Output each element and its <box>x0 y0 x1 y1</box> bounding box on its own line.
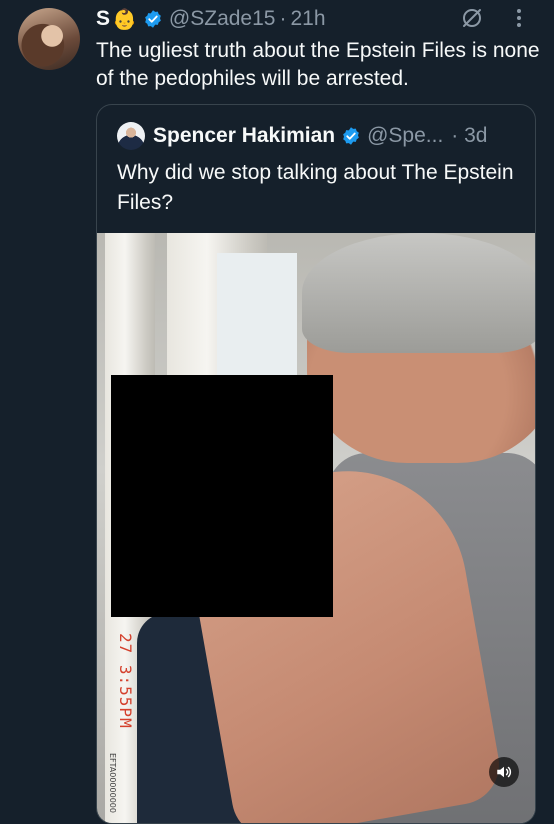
avatar[interactable] <box>18 8 80 70</box>
tweet-text: The ugliest truth about the Epstein File… <box>96 39 540 90</box>
quoted-time[interactable]: · 3d <box>451 124 487 148</box>
baby-emoji: 👶 <box>112 8 137 31</box>
quoted-author-name[interactable]: Spencer Hakimian <box>153 124 335 148</box>
document-id: EFTA00000000 <box>108 753 117 813</box>
gray-hair <box>302 233 535 353</box>
speaker-icon <box>497 766 512 778</box>
quoted-avatar[interactable] <box>117 122 145 150</box>
grok-icon[interactable] <box>460 6 484 30</box>
author-handle[interactable]: @SZade15 <box>169 7 276 31</box>
photo-timestamp: 27 3:55PM <box>116 633 135 729</box>
redaction-box <box>111 375 333 617</box>
verified-badge-icon <box>145 10 161 28</box>
volume-icon[interactable] <box>489 757 519 787</box>
separator-dot: · <box>279 7 287 30</box>
verified-badge-icon <box>343 127 359 145</box>
tweet-time[interactable]: 21h <box>290 7 325 31</box>
quoted-text: Why did we stop talking about The Epstei… <box>117 161 514 214</box>
quoted-time-value: 3d <box>464 124 488 147</box>
quoted-tweet[interactable]: Spencer Hakimian @Spe... · 3d Why did we… <box>96 104 536 824</box>
quoted-handle[interactable]: @Spe... <box>367 124 443 148</box>
tweet-header: S 👶 @SZade15 · 21h <box>96 6 326 32</box>
separator-dot: · <box>451 124 459 147</box>
more-options-icon[interactable] <box>513 6 525 30</box>
author-name[interactable]: S <box>96 7 110 31</box>
quoted-header: Spencer Hakimian @Spe... · 3d <box>153 122 487 150</box>
media-video[interactable]: 27 3:55PM EFTA00000000 <box>97 233 535 823</box>
